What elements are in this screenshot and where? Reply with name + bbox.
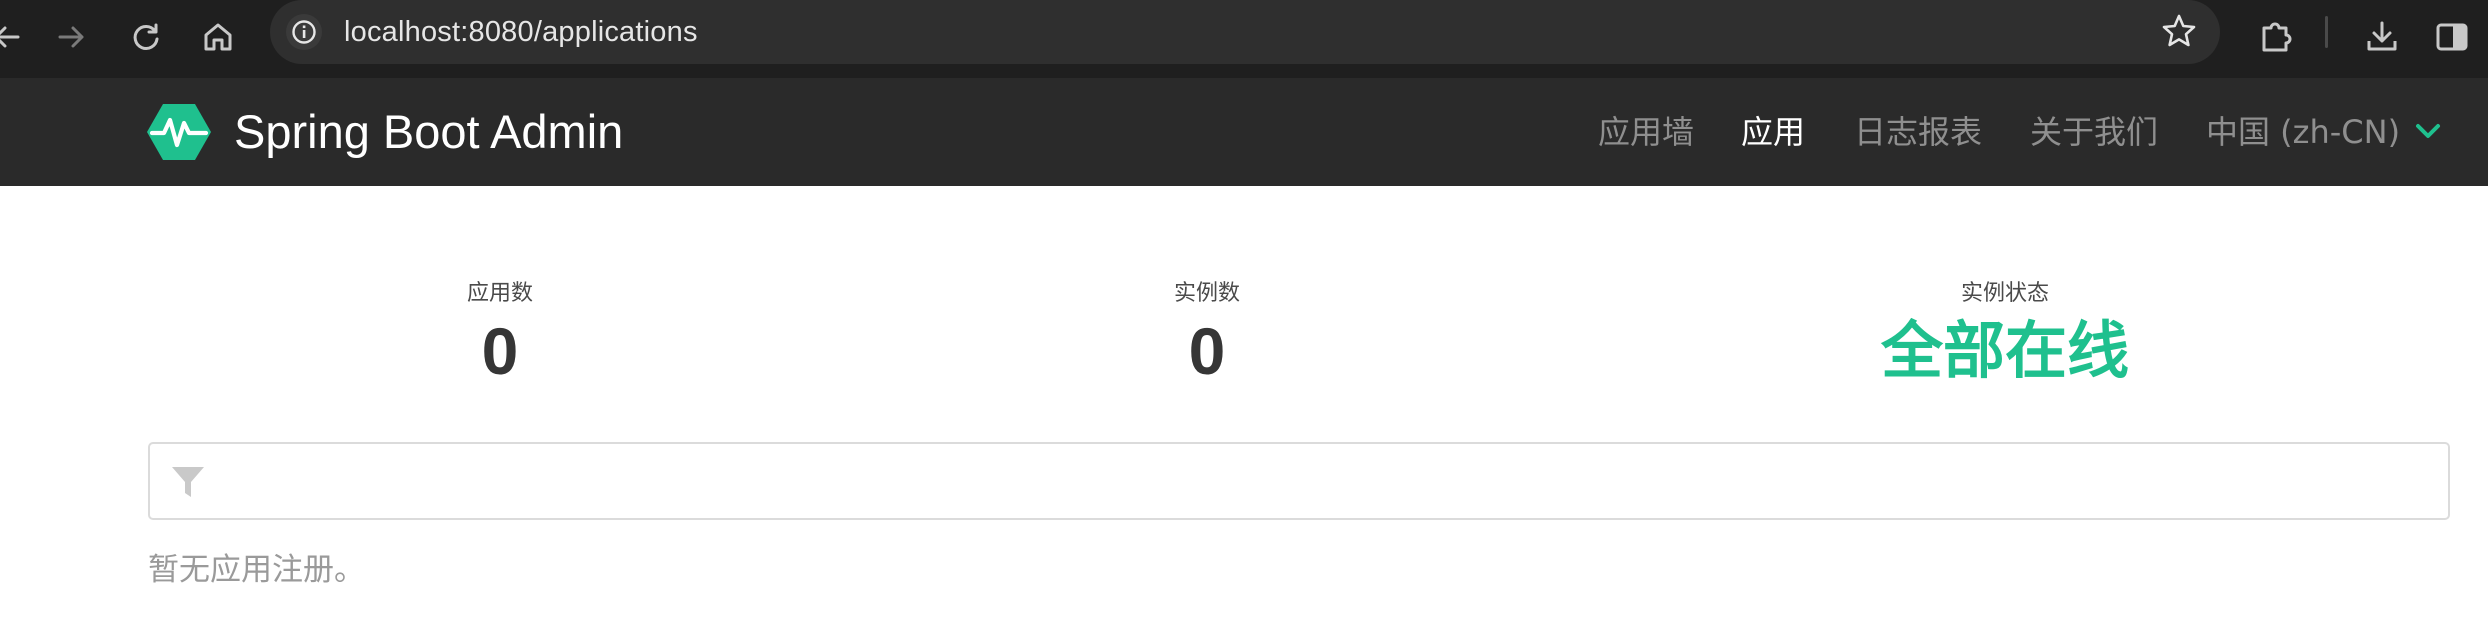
filter-input[interactable] [220,452,2434,512]
side-panel-button[interactable] [2424,9,2480,65]
chevron-down-icon[interactable] [2414,122,2442,142]
nav-item-wallboard[interactable]: 应用墙 [1598,110,1694,154]
language-selector[interactable]: 中国 (zh-CN) [2206,110,2400,154]
downloads-button[interactable] [2354,9,2410,65]
reload-icon [133,23,159,50]
browser-toolbar: localhost:8080/applications [0,0,2488,78]
extensions-button[interactable] [2248,9,2304,65]
site-info-button[interactable] [286,14,322,50]
app-navbar: Spring Boot Admin 应用墙 应用 日志报表 关于我们 中国 (z… [0,78,2488,186]
toolbar-separator [2325,16,2328,48]
home-icon [204,23,232,51]
nav-item-applications[interactable]: 应用 [1741,110,1805,154]
info-icon [292,20,316,44]
stat-instances-label: 实例数 [1173,281,1240,306]
stat-applications-label: 应用数 [466,281,533,306]
stat-status-value: 全部在线 [1880,314,2129,387]
reload-button[interactable] [118,9,174,65]
brand-name[interactable]: Spring Boot Admin [234,104,623,160]
stat-applications-value: 0 [481,314,519,388]
star-icon [2162,14,2196,47]
stat-applications: 应用数 0 [400,278,600,390]
empty-applications-message: 暂无应用注册。 [148,552,365,588]
url-text[interactable]: localhost:8080/applications [344,14,698,50]
back-button[interactable] [0,9,34,65]
stat-instances-value: 0 [1188,314,1226,388]
heartbeat-logo-icon [147,104,211,160]
side-panel-icon [2436,23,2468,51]
nav-item-journal[interactable]: 日志报表 [1854,110,1982,154]
arrow-left-icon [0,26,20,48]
address-bar[interactable]: localhost:8080/applications [270,0,2220,64]
stat-instance-status: 实例状态 全部在线 [1855,278,2155,390]
puzzle-icon [2262,22,2292,52]
download-icon [2367,21,2397,51]
stat-status-label: 实例状态 [1960,281,2049,306]
nav-item-about[interactable]: 关于我们 [2030,110,2158,154]
arrow-right-icon [58,26,84,48]
home-button[interactable] [190,9,246,65]
bookmark-button[interactable] [2160,12,2198,54]
filter-icon [172,467,204,497]
stat-instances: 实例数 0 [1107,278,1307,390]
forward-button[interactable] [44,9,100,65]
filter-field[interactable] [148,442,2450,520]
